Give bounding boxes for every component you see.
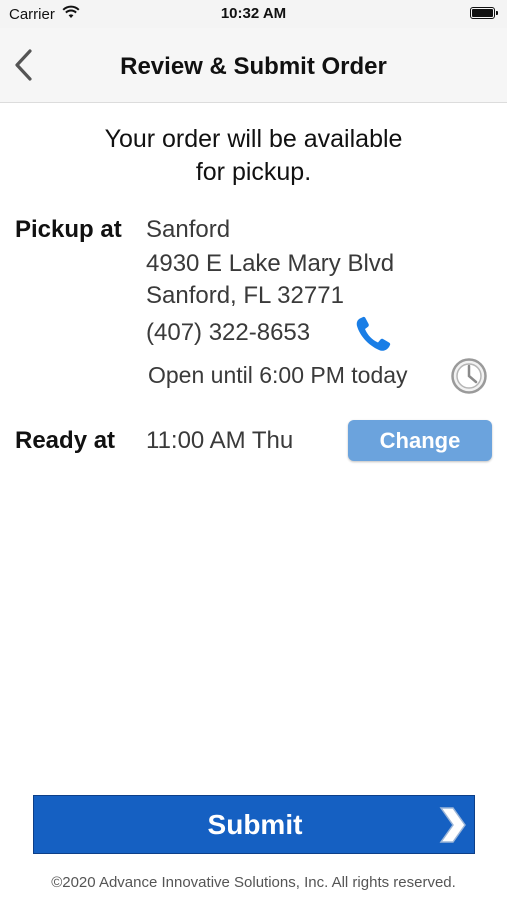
- battery-icon: [470, 7, 498, 19]
- ready-time: 11:00 AM Thu: [146, 427, 294, 454]
- ready-at-label: Ready at: [15, 427, 116, 454]
- store-address-line1: 4930 E Lake Mary Blvd: [146, 250, 395, 277]
- change-time-button[interactable]: Change: [348, 420, 492, 461]
- pickup-at-label: Pickup at: [15, 216, 122, 243]
- store-phone[interactable]: (407) 322-8653: [146, 319, 310, 347]
- navigation-bar: Review & Submit Order: [0, 28, 507, 103]
- pickup-message-line1: Your order will be available: [104, 125, 403, 153]
- copyright-footer: ©2020 Advance Innovative Solutions, Inc.…: [51, 874, 456, 891]
- pickup-message: Your order will be available for pickup.: [0, 123, 507, 189]
- status-time: 10:32 AM: [220, 5, 287, 22]
- clock-icon: [451, 358, 487, 394]
- status-bar: Carrier 10:32 AM: [0, 0, 507, 28]
- submit-button[interactable]: Submit: [33, 795, 475, 854]
- store-hours: Open until 6:00 PM today: [148, 362, 408, 388]
- phone-icon[interactable]: [352, 314, 394, 354]
- pickup-message-line2: for pickup.: [195, 158, 312, 186]
- chevron-right-icon: [439, 807, 466, 843]
- store-address-line2: Sanford, FL 32771: [146, 282, 344, 309]
- submit-label: Submit: [207, 809, 303, 840]
- page-title: Review & Submit Order: [120, 53, 387, 80]
- store-name: Sanford: [146, 216, 231, 243]
